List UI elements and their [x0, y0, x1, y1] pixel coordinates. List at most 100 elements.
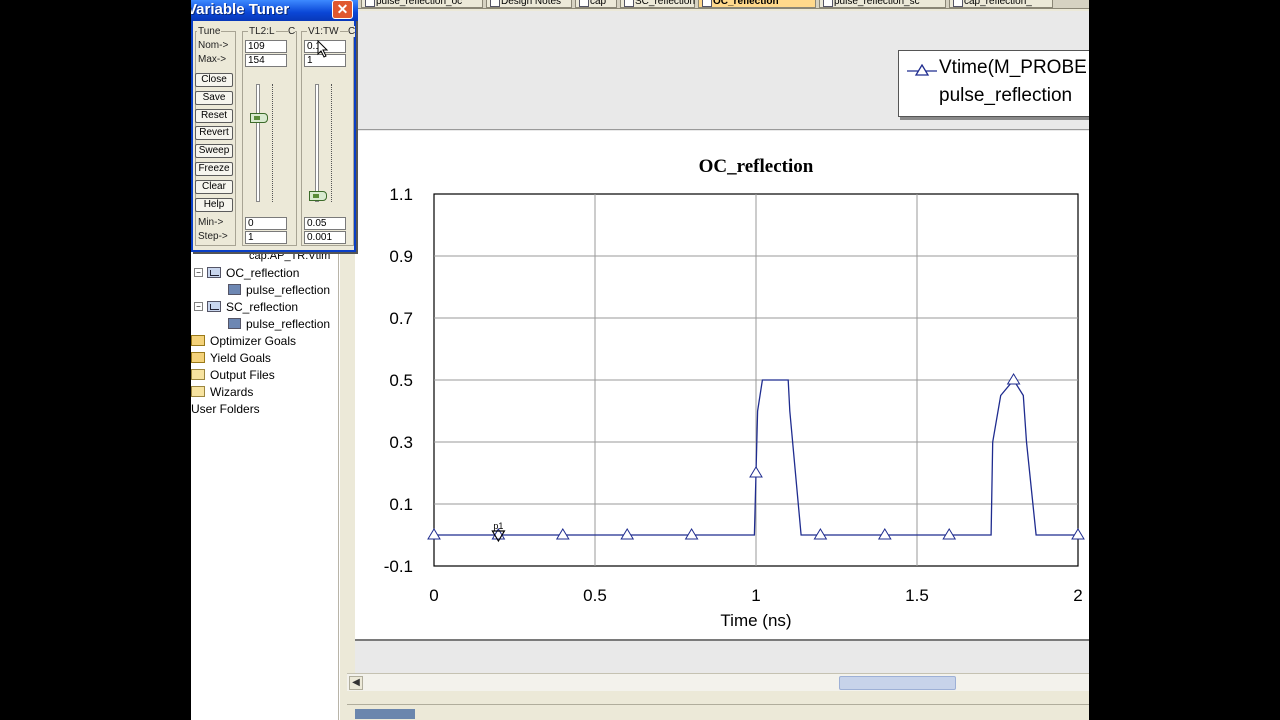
- var1-slider-knob[interactable]: [250, 113, 268, 124]
- tree-item-label: Optimizer Goals: [210, 333, 297, 348]
- legend-triangle-marker-icon: [907, 64, 937, 76]
- x-tick-label: 0: [429, 586, 438, 605]
- chart-title: OC_reflection: [699, 156, 814, 177]
- var1-slider-ticks: [269, 84, 273, 202]
- tree-item-label: SC_reflection: [226, 299, 299, 314]
- plot-canvas[interactable]: -0.1 0.1 0.3 0.5 0.7 0.9 1.1 0 0.5 1 1.5 2 OC_reflec…: [355, 131, 1089, 641]
- tab-sc-reflection[interactable]: SC_reflection: [620, 0, 695, 8]
- tree-item[interactable]: Output Files: [191, 366, 275, 383]
- tree-item-label: Output Files: [210, 367, 275, 382]
- legend-panel: Vtime(M_PROBE pulse_reflection: [355, 11, 1089, 130]
- nom-label: Nom->: [198, 40, 229, 51]
- save-button[interactable]: Save: [195, 90, 233, 105]
- measurement-icon: [228, 318, 241, 329]
- var2-min-input[interactable]: 0.05: [304, 217, 346, 230]
- status-bar: [347, 704, 1089, 720]
- tree-item[interactable]: Optimizer Goals: [191, 332, 296, 349]
- tree-item-label: User Folders: [191, 401, 260, 416]
- tuner-titlebar[interactable]: Variable Tuner ✕: [191, 0, 358, 21]
- tab-cap[interactable]: cap: [575, 0, 617, 8]
- tree-item[interactable]: pulse_reflection: [228, 315, 330, 332]
- sweep-button[interactable]: Sweep: [195, 144, 233, 159]
- var2-slider-track[interactable]: [315, 84, 319, 202]
- tree-item[interactable]: − OC_reflection: [194, 264, 299, 281]
- var1-min-input[interactable]: 0: [245, 217, 287, 230]
- tree-item-label: Wizards: [210, 384, 254, 399]
- graph-legend[interactable]: Vtime(M_PROBE pulse_reflection: [898, 50, 1089, 117]
- tree-item[interactable]: pulse_reflection: [228, 281, 330, 298]
- y-tick-label: 0.7: [389, 309, 413, 328]
- mouse-cursor-icon: [317, 40, 329, 58]
- tuner-title: Variable Tuner: [191, 1, 290, 18]
- scroll-left-arrow-icon[interactable]: ◀: [349, 676, 363, 690]
- var1-nom-input[interactable]: 109: [245, 40, 287, 53]
- screen: cap:AP_TR:Vtim − OC_reflection pulse_refle…: [191, 0, 1089, 720]
- x-axis-label: Time (ns): [720, 611, 791, 630]
- legend-line1: Vtime(M_PROBE: [939, 57, 1087, 78]
- tree-item-label: pulse_reflection: [246, 282, 331, 297]
- var2-suffix: C: [348, 26, 356, 37]
- x-tick-label: 1.5: [905, 586, 929, 605]
- clear-button[interactable]: Clear: [195, 179, 233, 194]
- reset-button[interactable]: Reset: [195, 108, 233, 123]
- marker-label: p1: [493, 521, 503, 531]
- y-tick-label: 0.1: [389, 495, 413, 514]
- tune-label: Tune: [197, 26, 222, 37]
- graph-icon: [207, 267, 221, 278]
- tree-item-label: Yield Goals: [210, 350, 271, 365]
- document-area: pulse_reflection_oc Design Notes cap SC_ref…: [347, 0, 1089, 720]
- variable-tuner-window[interactable]: Variable Tuner ✕ Tune Nom-> Max-> Min-> …: [191, 0, 358, 252]
- y-tick-label: 0.5: [389, 371, 413, 390]
- y-tick-label: -0.1: [384, 557, 413, 576]
- tree-item[interactable]: − SC_reflection: [194, 298, 298, 315]
- tree-item-label: pulse_reflection: [246, 316, 331, 331]
- tree-item[interactable]: Wizards: [191, 383, 253, 400]
- var1-name: TL2:L: [248, 26, 276, 37]
- tree-item-label: OC_reflection: [226, 265, 300, 280]
- revert-button[interactable]: Revert: [195, 126, 233, 141]
- graph-window: Vtime(M_PROBE pulse_reflection -0.1 0.1 0.…: [355, 11, 1089, 691]
- var1-slider-track[interactable]: [256, 84, 260, 202]
- y-tick-label: 1.1: [389, 185, 413, 204]
- goal-icon: [191, 352, 205, 363]
- help-button[interactable]: Help: [195, 197, 233, 212]
- y-tick-label: 0.3: [389, 433, 413, 452]
- horizontal-scrollbar[interactable]: ◀: [347, 673, 1089, 691]
- var2-name: V1:TW: [307, 26, 340, 37]
- var2-slider-knob[interactable]: [309, 190, 327, 201]
- tab-oc-reflection[interactable]: OC_reflection: [698, 0, 816, 8]
- plot-panel[interactable]: -0.1 0.1 0.3 0.5 0.7 0.9 1.1 0 0.5 1 1.5 2 OC_reflec…: [355, 131, 1089, 641]
- max-label: Max->: [198, 54, 227, 65]
- graph-icon: [207, 301, 221, 312]
- min-label: Min->: [198, 217, 224, 228]
- scrollbar-thumb[interactable]: [839, 676, 956, 690]
- tuner-close-icon[interactable]: ✕: [332, 0, 353, 19]
- goal-icon: [191, 335, 205, 346]
- measurement-icon: [228, 284, 241, 295]
- x-tick-label: 0.5: [583, 586, 607, 605]
- tree-item[interactable]: User Folders: [191, 400, 260, 417]
- tab-pulse-reflection-oc[interactable]: pulse_reflection_oc: [361, 0, 483, 8]
- freeze-button[interactable]: Freeze: [195, 162, 233, 176]
- folder-icon: [191, 386, 205, 397]
- x-tick-label: 1: [751, 586, 760, 605]
- tab-design-notes[interactable]: Design Notes: [486, 0, 572, 8]
- tab-cap-reflection-[interactable]: cap_reflection_: [949, 0, 1053, 8]
- status-segment: [355, 709, 415, 719]
- legend-line2: pulse_reflection: [939, 85, 1073, 106]
- close-button[interactable]: Close: [195, 73, 233, 87]
- tree-expander-icon[interactable]: −: [194, 302, 203, 311]
- step-label: Step->: [198, 231, 228, 242]
- tab-pulse-reflection-sc[interactable]: pulse_reflection_sc: [819, 0, 946, 8]
- tree-expander-icon[interactable]: −: [194, 268, 203, 277]
- x-tick-label: 2: [1073, 586, 1082, 605]
- var1-max-input[interactable]: 154: [245, 54, 287, 67]
- folder-icon: [191, 369, 205, 380]
- var1-step-input[interactable]: 1: [245, 231, 287, 244]
- tree-item[interactable]: Yield Goals: [191, 349, 271, 366]
- var2-step-input[interactable]: 0.001: [304, 231, 346, 244]
- document-tab-bar: pulse_reflection_oc Design Notes cap SC_ref…: [347, 0, 1089, 9]
- y-tick-label: 0.9: [389, 247, 413, 266]
- var1-suffix: C: [288, 26, 296, 37]
- var2-slider-ticks: [328, 84, 332, 202]
